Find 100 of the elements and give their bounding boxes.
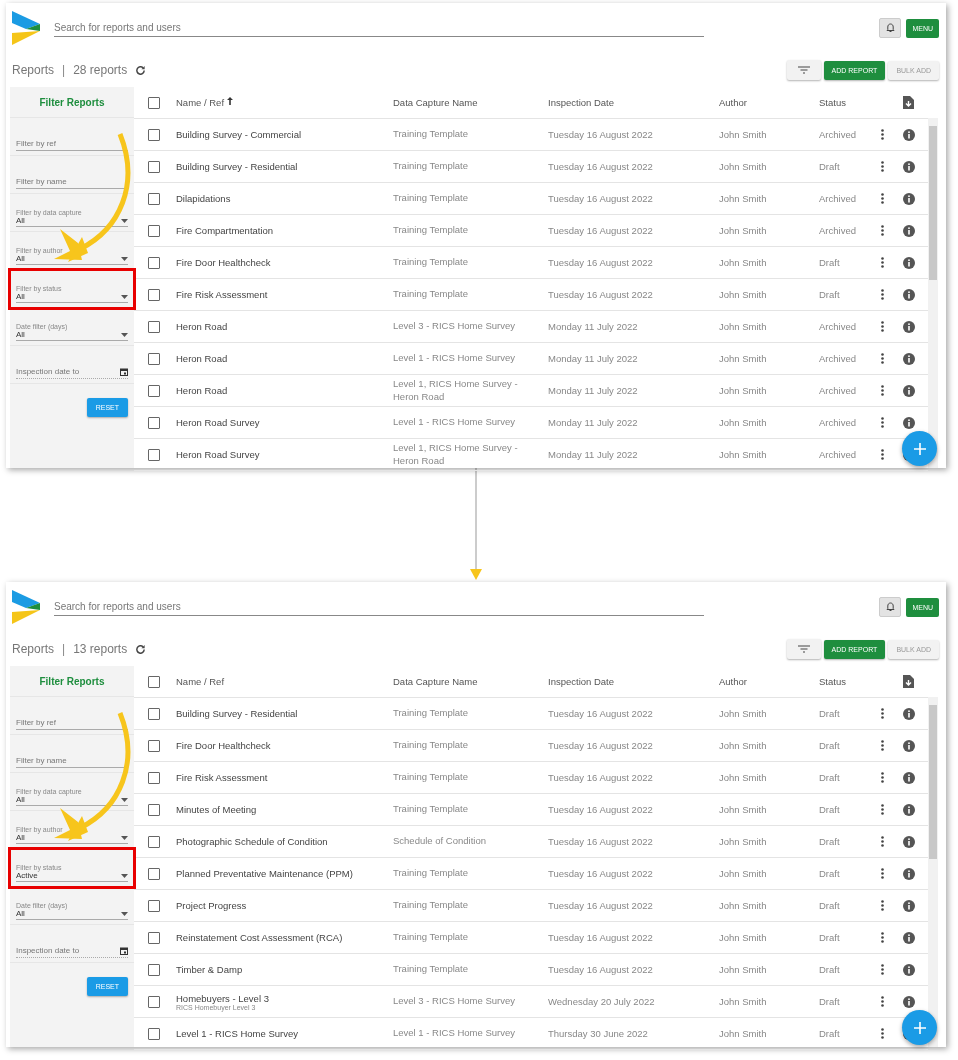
status-cell: Archived — [819, 385, 856, 396]
info-icon[interactable] — [903, 995, 915, 1008]
scrollbar[interactable] — [928, 697, 938, 1047]
filter-field[interactable]: Filter by ref — [16, 716, 128, 730]
row-checkbox[interactable] — [148, 995, 160, 1008]
column-header[interactable]: Status — [819, 676, 846, 687]
row-checkbox[interactable] — [148, 835, 160, 848]
more-options-icon[interactable] — [881, 836, 884, 847]
more-options-icon[interactable] — [881, 449, 884, 460]
info-icon[interactable] — [903, 867, 915, 880]
row-checkbox[interactable] — [148, 320, 160, 333]
select-all-checkbox[interactable] — [148, 675, 160, 688]
info-icon[interactable] — [903, 128, 915, 141]
date-field[interactable]: Inspection date to — [16, 944, 128, 958]
info-icon[interactable] — [903, 192, 915, 205]
more-options-icon[interactable] — [881, 772, 884, 783]
more-options-icon[interactable] — [881, 868, 884, 879]
more-options-icon[interactable] — [881, 385, 884, 396]
row-checkbox[interactable] — [148, 739, 160, 752]
row-checkbox[interactable] — [148, 224, 160, 237]
column-header[interactable]: Inspection Date — [548, 676, 614, 687]
row-checkbox[interactable] — [148, 963, 160, 976]
scrollbar[interactable] — [928, 118, 938, 468]
row-checkbox[interactable] — [148, 384, 160, 397]
author-cell: John Smith — [719, 225, 767, 236]
refresh-icon[interactable] — [135, 643, 147, 655]
column-header[interactable]: Inspection Date — [548, 97, 614, 108]
info-icon[interactable] — [903, 224, 915, 237]
calendar-icon[interactable] — [120, 367, 128, 376]
more-options-icon[interactable] — [881, 804, 884, 815]
column-header[interactable]: Name / Ref — [176, 97, 225, 108]
more-options-icon[interactable] — [881, 129, 884, 140]
info-icon[interactable] — [903, 963, 915, 976]
row-checkbox[interactable] — [148, 288, 160, 301]
info-icon[interactable] — [903, 931, 915, 944]
row-checkbox[interactable] — [148, 899, 160, 912]
search-field[interactable]: Search for reports and users — [54, 19, 704, 37]
search-field[interactable]: Search for reports and users — [54, 598, 704, 616]
more-options-icon[interactable] — [881, 1028, 884, 1039]
download-icon[interactable] — [903, 675, 914, 688]
column-header[interactable]: Data Capture Name — [393, 676, 478, 687]
row-checkbox[interactable] — [148, 192, 160, 205]
info-icon[interactable] — [903, 384, 915, 397]
info-icon[interactable] — [903, 803, 915, 816]
row-checkbox[interactable] — [148, 128, 160, 141]
separator: | — [62, 63, 66, 77]
notification-button[interactable] — [879, 597, 902, 617]
more-options-icon[interactable] — [881, 257, 884, 268]
more-options-icon[interactable] — [881, 964, 884, 975]
column-header[interactable]: Data Capture Name — [393, 97, 478, 108]
status-cell: Draft — [819, 1028, 840, 1039]
date-field[interactable]: Inspection date to — [16, 365, 128, 379]
more-options-icon[interactable] — [881, 900, 884, 911]
info-icon[interactable] — [903, 352, 915, 365]
more-options-icon[interactable] — [881, 161, 884, 172]
info-icon[interactable] — [903, 899, 915, 912]
info-icon[interactable] — [903, 835, 915, 848]
row-checkbox[interactable] — [148, 771, 160, 784]
more-options-icon[interactable] — [881, 353, 884, 364]
info-icon[interactable] — [903, 160, 915, 173]
filter-field[interactable]: Filter by name — [16, 754, 128, 768]
row-checkbox[interactable] — [148, 448, 160, 461]
more-options-icon[interactable] — [881, 740, 884, 751]
info-icon[interactable] — [903, 739, 915, 752]
info-icon[interactable] — [903, 320, 915, 333]
row-checkbox[interactable] — [148, 867, 160, 880]
more-options-icon[interactable] — [881, 417, 884, 428]
info-icon[interactable] — [903, 256, 915, 269]
more-options-icon[interactable] — [881, 321, 884, 332]
info-icon[interactable] — [903, 416, 915, 429]
row-checkbox[interactable] — [148, 256, 160, 269]
row-checkbox[interactable] — [148, 352, 160, 365]
status-cell: Draft — [819, 964, 840, 975]
info-icon[interactable] — [903, 771, 915, 784]
select-all-checkbox[interactable] — [148, 96, 160, 109]
more-options-icon[interactable] — [881, 932, 884, 943]
row-checkbox[interactable] — [148, 160, 160, 173]
download-icon[interactable] — [903, 96, 914, 109]
column-header[interactable]: Name / Ref — [176, 676, 225, 687]
row-checkbox[interactable] — [148, 416, 160, 429]
more-options-icon[interactable] — [881, 193, 884, 204]
more-options-icon[interactable] — [881, 996, 884, 1007]
filter-field[interactable]: Filter by name — [16, 175, 128, 189]
data-capture-cell-text: Training Template — [393, 931, 469, 944]
more-options-icon[interactable] — [881, 289, 884, 300]
refresh-icon[interactable] — [135, 64, 147, 76]
calendar-icon[interactable] — [120, 946, 128, 955]
more-options-icon[interactable] — [881, 708, 884, 719]
info-icon[interactable] — [903, 707, 915, 720]
row-checkbox[interactable] — [148, 803, 160, 816]
column-header[interactable]: Status — [819, 97, 846, 108]
column-header[interactable]: Author — [719, 676, 747, 687]
info-icon[interactable] — [903, 288, 915, 301]
notification-button[interactable] — [879, 18, 902, 38]
column-header[interactable]: Author — [719, 97, 747, 108]
row-checkbox[interactable] — [148, 1027, 160, 1040]
filter-field[interactable]: Filter by ref — [16, 137, 128, 151]
row-checkbox[interactable] — [148, 931, 160, 944]
row-checkbox[interactable] — [148, 707, 160, 720]
more-options-icon[interactable] — [881, 225, 884, 236]
